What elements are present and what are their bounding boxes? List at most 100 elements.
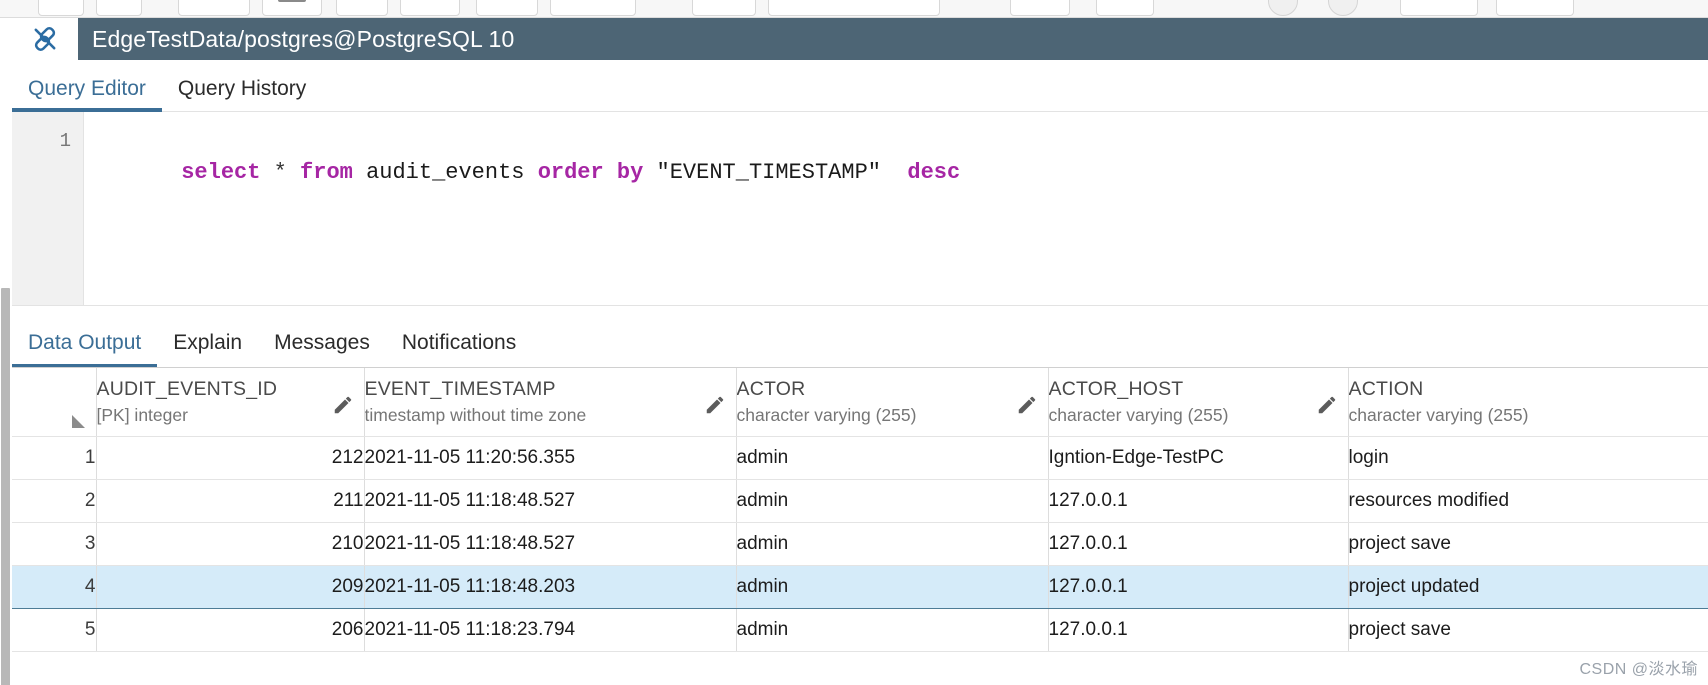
sql-editor[interactable]: 1 select * from audit_events order by "E…	[12, 112, 1708, 305]
cell-actor-host[interactable]: 127.0.0.1	[1048, 479, 1349, 523]
column-header-event-timestamp[interactable]: EVENT_TIMESTAMP timestamp without time z…	[364, 368, 737, 437]
column-name: AUDIT_EVENTS_ID	[96, 377, 278, 400]
column-type: timestamp without time zone	[364, 404, 587, 425]
cell-actor-host[interactable]: 127.0.0.1	[1048, 608, 1349, 652]
edit-pencil-icon[interactable]	[332, 394, 354, 416]
cell-actor[interactable]: admin	[736, 522, 1049, 566]
column-name: EVENT_TIMESTAMP	[364, 377, 556, 400]
left-rail	[0, 18, 12, 685]
sql-token-keyword: by	[616, 159, 644, 185]
sql-token-plain	[881, 160, 907, 185]
results-tabs: Data Output Explain Messages Notificatio…	[12, 305, 1708, 368]
results-grid[interactable]: AUDIT_EVENTS_ID [PK] integer EVENT_TIMES…	[12, 367, 1708, 685]
table-row[interactable]: 2 211 2021-11-05 11:18:48.527 admin 127.0.0.…	[12, 479, 1708, 523]
row-number[interactable]: 4	[12, 564, 97, 609]
row-number-header[interactable]	[12, 368, 97, 437]
row-number[interactable]: 3	[12, 522, 97, 566]
cell-actor-host[interactable]: 127.0.0.1	[1048, 564, 1349, 609]
toolbar-button-13[interactable]	[1400, 0, 1478, 16]
toolbar-button-6[interactable]	[400, 0, 460, 16]
cell-event-timestamp[interactable]: 2021-11-05 11:20:56.355	[364, 436, 737, 480]
cell-audit-events-id[interactable]: 212	[96, 436, 365, 480]
toolbar-button-7[interactable]	[476, 0, 538, 16]
toolbar-button-2[interactable]	[96, 0, 142, 16]
query-tool-tabs: Query Editor Query History	[12, 60, 1708, 112]
toolbar-button-4[interactable]	[262, 0, 322, 16]
table-row[interactable]: 1 212 2021-11-05 11:20:56.355 admin Igntion-…	[12, 436, 1708, 480]
edit-pencil-icon[interactable]	[704, 394, 726, 416]
column-header-actor-host[interactable]: ACTOR_HOST character varying (255)	[1048, 368, 1349, 437]
cell-actor[interactable]: admin	[736, 479, 1049, 523]
toolbar-circle-button-2[interactable]	[1328, 0, 1358, 16]
row-number[interactable]: 2	[12, 479, 97, 523]
cell-actor-host[interactable]: Igntion-Edge-TestPC	[1048, 436, 1349, 480]
column-type: character varying (255)	[1048, 404, 1229, 425]
cell-actor[interactable]: admin	[736, 608, 1049, 652]
tab-query-editor[interactable]: Query Editor	[12, 78, 162, 112]
tab-notifications[interactable]: Notifications	[386, 332, 532, 367]
cell-actor-host[interactable]: 127.0.0.1	[1048, 522, 1349, 566]
sql-code-area[interactable]: select * from audit_events order by "EVE…	[84, 112, 1708, 305]
editor-line-numbers: 1	[12, 112, 84, 305]
column-header-actor[interactable]: ACTOR character varying (255)	[736, 368, 1049, 437]
cell-action[interactable]: login	[1348, 436, 1708, 480]
cell-actor[interactable]: admin	[736, 436, 1049, 480]
sql-token-keyword: desc	[907, 159, 961, 185]
toolbar-dash-icon	[278, 0, 306, 2]
tab-messages[interactable]: Messages	[258, 332, 386, 367]
column-type: character varying (255)	[736, 404, 917, 425]
toolbar-circle-button-1[interactable]	[1268, 0, 1298, 16]
sql-token-keyword: select	[181, 159, 261, 185]
edit-pencil-icon[interactable]	[1016, 394, 1038, 416]
sql-token-string: "EVENT_TIMESTAMP"	[656, 159, 881, 185]
sql-token-plain	[525, 160, 538, 185]
edit-pencil-icon[interactable]	[1316, 394, 1338, 416]
sql-token-identifier: audit_events	[366, 159, 525, 185]
results-table-head: AUDIT_EVENTS_ID [PK] integer EVENT_TIMES…	[12, 368, 1708, 437]
cell-event-timestamp[interactable]: 2021-11-05 11:18:48.203	[364, 564, 737, 609]
tab-query-history[interactable]: Query History	[162, 78, 322, 111]
column-header-audit-events-id[interactable]: AUDIT_EVENTS_ID [PK] integer	[96, 368, 365, 437]
toolbar-button-8[interactable]	[550, 0, 636, 16]
toolbar-button-3[interactable]	[178, 0, 250, 16]
toolbar-button-14[interactable]	[1496, 0, 1574, 16]
cell-audit-events-id[interactable]: 210	[96, 522, 365, 566]
select-all-triangle-icon[interactable]	[72, 414, 85, 428]
table-row[interactable]: 4 209 2021-11-05 11:18:48.203 admin 127.0.0.…	[12, 564, 1708, 609]
column-name: ACTOR_HOST	[1048, 377, 1184, 400]
toolbar-button-12[interactable]	[1096, 0, 1154, 16]
cell-audit-events-id[interactable]: 211	[96, 479, 365, 523]
cell-actor[interactable]: admin	[736, 564, 1049, 609]
cell-audit-events-id[interactable]: 206	[96, 608, 365, 652]
cell-audit-events-id[interactable]: 209	[96, 564, 365, 609]
cell-event-timestamp[interactable]: 2021-11-05 11:18:48.527	[364, 479, 737, 523]
row-number[interactable]: 1	[12, 436, 97, 480]
pgadmin-query-tool: EdgeTestData/postgres@PostgreSQL 10 Quer…	[0, 0, 1708, 685]
cell-event-timestamp[interactable]: 2021-11-05 11:18:23.794	[364, 608, 737, 652]
column-name: ACTOR	[736, 377, 806, 400]
tab-data-output[interactable]: Data Output	[12, 332, 158, 368]
table-row[interactable]: 5 206 2021-11-05 11:18:23.794 admin 127.0.0.…	[12, 608, 1708, 652]
sql-query-text: select * from audit_events order by "EVE…	[181, 160, 960, 185]
connection-title: EdgeTestData/postgres@PostgreSQL 10	[78, 18, 1708, 60]
table-row[interactable]: 3 210 2021-11-05 11:18:48.527 admin 127.0.0.…	[12, 522, 1708, 566]
column-header-action[interactable]: ACTION character varying (255)	[1348, 368, 1708, 437]
toolbar-button-1[interactable]	[38, 0, 84, 16]
sql-token-plain	[260, 160, 273, 185]
header-row: AUDIT_EVENTS_ID [PK] integer EVENT_TIMES…	[12, 368, 1708, 437]
connection-icon-cell	[12, 18, 78, 60]
toolbar-button-11[interactable]	[1010, 0, 1070, 16]
toolbar-button-9[interactable]	[692, 0, 756, 16]
cell-action[interactable]: project updated	[1348, 564, 1708, 609]
cell-action[interactable]: project save	[1348, 608, 1708, 652]
column-type: [PK] integer	[96, 404, 188, 425]
toolbar-button-10[interactable]	[768, 0, 940, 16]
cell-action[interactable]: project save	[1348, 522, 1708, 566]
tab-explain[interactable]: Explain	[157, 332, 258, 367]
cell-action[interactable]: resources modified	[1348, 479, 1708, 523]
cell-event-timestamp[interactable]: 2021-11-05 11:18:48.527	[364, 522, 737, 566]
toolbar-strip	[0, 0, 1708, 18]
toolbar-button-5[interactable]	[336, 0, 388, 16]
vertical-scrollbar[interactable]	[1, 288, 10, 685]
row-number[interactable]: 5	[12, 608, 97, 652]
